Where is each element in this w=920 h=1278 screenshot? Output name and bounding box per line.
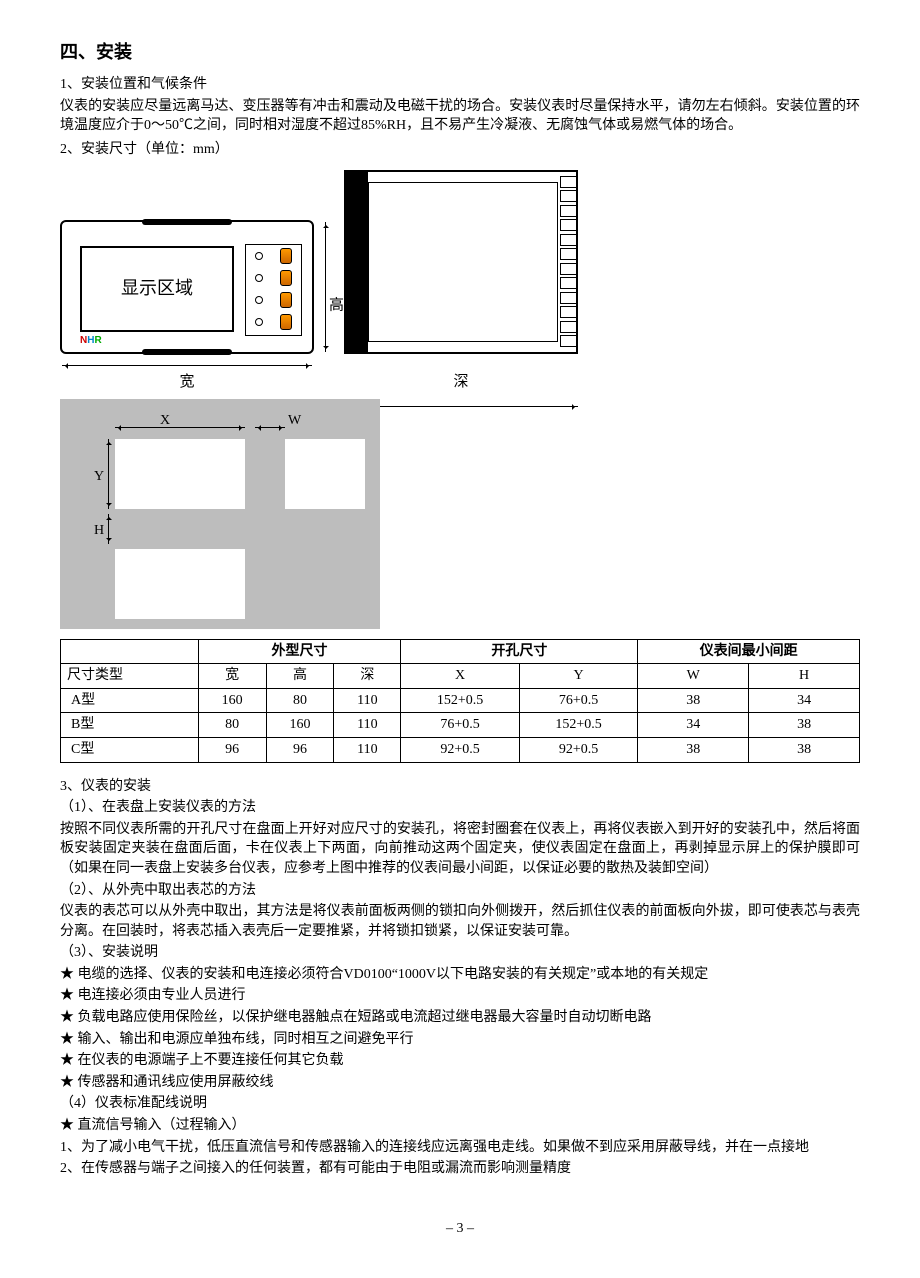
list-item: 传感器和通讯线应使用屏蔽绞线 bbox=[60, 1073, 860, 1093]
col-w: 宽 bbox=[198, 664, 266, 689]
label-w: W bbox=[288, 411, 301, 431]
table-cell: 92+0.5 bbox=[401, 737, 520, 762]
table-cell: A型 bbox=[61, 688, 199, 713]
table-cell: 96 bbox=[266, 737, 334, 762]
table-cell: 110 bbox=[334, 688, 401, 713]
table-cell: 76+0.5 bbox=[401, 713, 520, 738]
table-cell: 34 bbox=[749, 688, 860, 713]
table-row: A型16080110152+0.576+0.53834 bbox=[61, 688, 860, 713]
sec1-head: 1、安装位置和气候条件 bbox=[60, 75, 860, 95]
col-type-head bbox=[61, 639, 199, 664]
table-cell: 160 bbox=[198, 688, 266, 713]
table-cell: 152+0.5 bbox=[401, 688, 520, 713]
sec3-4-1: 1、为了减小电气干扰，低压直流信号和传感器输入的连接线应远离强电走线。如果做不到… bbox=[60, 1138, 860, 1158]
group-outer: 外型尺寸 bbox=[198, 639, 401, 664]
label-h: H bbox=[94, 521, 104, 541]
button-pad bbox=[245, 244, 302, 336]
col-ww: W bbox=[638, 664, 749, 689]
col-h: 高 bbox=[266, 664, 334, 689]
depth-label: 深 bbox=[344, 372, 578, 393]
side-view-diagram: 深 bbox=[344, 170, 578, 393]
group-gap: 仪表间最小间距 bbox=[638, 639, 860, 664]
front-view-diagram: 显示区域 NHR 高 宽 bbox=[60, 220, 314, 393]
page-number: – 3 – bbox=[60, 1219, 860, 1239]
table-cell: 76+0.5 bbox=[519, 688, 638, 713]
label-y: Y bbox=[94, 467, 104, 487]
table-cell: 38 bbox=[749, 737, 860, 762]
sec1-body: 仪表的安装应尽量远离马达、变压器等有冲击和震动及电磁干扰的场合。安装仪表时尽量保… bbox=[60, 97, 860, 136]
sec2-head: 2、安装尺寸（单位：mm） bbox=[60, 140, 860, 160]
table-cell: 34 bbox=[638, 713, 749, 738]
label-x: X bbox=[160, 411, 170, 431]
table-cell: 110 bbox=[334, 737, 401, 762]
table-cell: 80 bbox=[198, 713, 266, 738]
spacing-diagram: X W Y H bbox=[60, 399, 380, 629]
install-notes-list: 电缆的选择、仪表的安装和电连接必须符合VD0100“1000V以下电路安装的有关… bbox=[60, 965, 860, 1093]
section-title: 四、安装 bbox=[60, 40, 860, 65]
group-cut: 开孔尺寸 bbox=[401, 639, 638, 664]
list-item: 电缆的选择、仪表的安装和电连接必须符合VD0100“1000V以下电路安装的有关… bbox=[60, 965, 860, 985]
table-cell: 38 bbox=[638, 737, 749, 762]
col-hh: H bbox=[749, 664, 860, 689]
sec3-4-2: 2、在传感器与端子之间接入的任何装置，都有可能由于电阻或漏流而影响测量精度 bbox=[60, 1159, 860, 1179]
logo-nhr: NHR bbox=[80, 334, 102, 348]
height-label: 高 bbox=[329, 296, 344, 317]
list-item: 在仪表的电源端子上不要连接任何其它负载 bbox=[60, 1051, 860, 1071]
width-label: 宽 bbox=[60, 372, 314, 393]
table-cell: 96 bbox=[198, 737, 266, 762]
sec3-4-star: 直流信号输入（过程输入） bbox=[60, 1116, 860, 1136]
table-cell: 38 bbox=[638, 688, 749, 713]
sec3-1-body: 按照不同仪表所需的开孔尺寸在盘面上开好对应尺寸的安装孔，将密封圈套在仪表上，再将… bbox=[60, 820, 860, 879]
col-type: 尺寸类型 bbox=[61, 664, 199, 689]
sec3-4-star-wrap: 直流信号输入（过程输入） bbox=[60, 1116, 860, 1136]
dimension-diagrams: 显示区域 NHR 高 宽 深 bbox=[60, 170, 860, 393]
list-item: 负载电路应使用保险丝，以保护继电器触点在短路或电流超过继电器最大容量时自动切断电… bbox=[60, 1008, 860, 1028]
sec3-2-body: 仪表的表芯可以从外壳中取出，其方法是将仪表前面板两侧的锁扣向外侧拨开，然后抓住仪… bbox=[60, 902, 860, 941]
list-item: 输入、输出和电源应单独布线，同时相互之间避免平行 bbox=[60, 1030, 860, 1050]
dimensions-table: 外型尺寸 开孔尺寸 仪表间最小间距 尺寸类型 宽 高 深 X Y W H A型1… bbox=[60, 639, 860, 763]
table-cell: 110 bbox=[334, 713, 401, 738]
sec3-3-head: （3）、安装说明 bbox=[60, 943, 860, 963]
table-cell: C型 bbox=[61, 737, 199, 762]
table-cell: 92+0.5 bbox=[519, 737, 638, 762]
sec3-2-head: （2）、从外壳中取出表芯的方法 bbox=[60, 881, 860, 901]
sec3-1-head: （1）、在表盘上安装仪表的方法 bbox=[60, 798, 860, 818]
table-row: C型969611092+0.592+0.53838 bbox=[61, 737, 860, 762]
table-row: B型8016011076+0.5152+0.53438 bbox=[61, 713, 860, 738]
table-cell: B型 bbox=[61, 713, 199, 738]
sec3-head: 3、仪表的安装 bbox=[60, 777, 860, 797]
col-x: X bbox=[401, 664, 520, 689]
table-cell: 160 bbox=[266, 713, 334, 738]
table-cell: 80 bbox=[266, 688, 334, 713]
table-cell: 152+0.5 bbox=[519, 713, 638, 738]
screen-area: 显示区域 bbox=[80, 246, 234, 332]
table-cell: 38 bbox=[749, 713, 860, 738]
col-y: Y bbox=[519, 664, 638, 689]
col-d: 深 bbox=[334, 664, 401, 689]
list-item: 电连接必须由专业人员进行 bbox=[60, 986, 860, 1006]
sec3-4-head: （4）仪表标准配线说明 bbox=[60, 1094, 860, 1114]
